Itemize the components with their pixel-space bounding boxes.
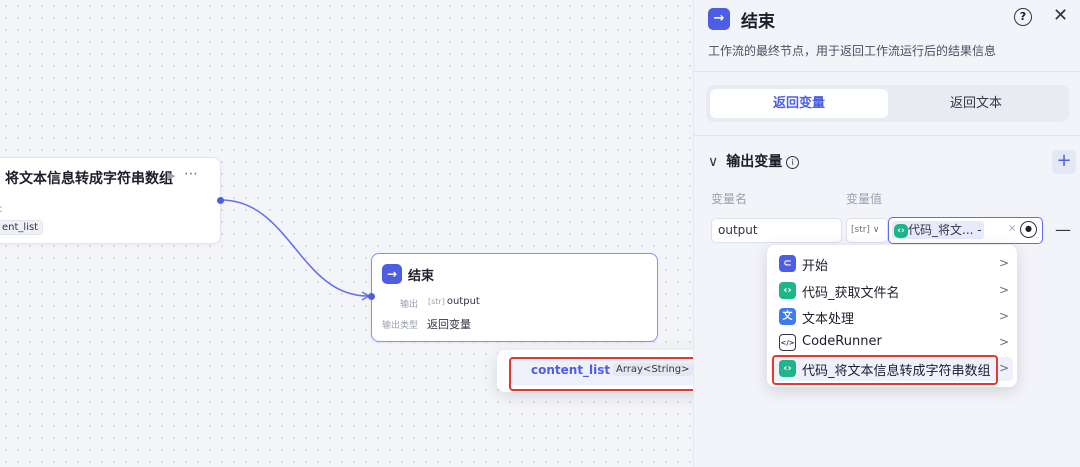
code-node-title: 将文本信息转成字符串数组 [5,171,173,187]
menu-item-code-runner[interactable]: </> CodeRunner > [771,331,1013,355]
selected-variable-chip: ‹› 代码_将文... - [892,221,984,239]
end-node-output-type-value: 返回变量 [427,318,471,331]
menu-item-text-process[interactable]: 文 文本处理 > [771,305,1013,329]
chevron-right-icon: > [999,335,1010,349]
end-node-title: 结束 [408,269,435,284]
code-icon: ‹› [894,223,908,238]
code-icon: ‹› [779,282,796,299]
divider [694,71,1080,72]
menu-item-start[interactable]: ⊂ 开始 > [771,252,1013,276]
highlight-box-variable [509,357,720,391]
clear-icon[interactable]: × [1008,223,1016,234]
end-node-output-label: 输出 [400,300,419,310]
start-icon: ⊂ [779,255,796,272]
chevron-down-icon[interactable]: ∨ [708,154,718,170]
output-label: : [0,202,3,215]
panel-description: 工作流的最终节点，用于返回工作流运行后的结果信息 [708,44,997,58]
section-title: 输出变量 [726,154,783,170]
end-node[interactable]: → 结束 输出 [str] output 输出类型 返回变量 [371,253,658,342]
end-icon: → [708,8,730,30]
info-icon[interactable]: i [786,155,800,169]
add-variable-button[interactable]: + [1052,150,1076,174]
variable-picker-icon[interactable]: ● [1020,221,1037,238]
chevron-right-icon: > [999,361,1010,375]
remove-variable-icon[interactable]: — [1055,220,1071,239]
text-process-icon: 文 [779,308,796,325]
chevron-right-icon: > [999,256,1010,270]
column-label-name: 变量名 [711,192,748,206]
divider [694,135,1080,136]
highlight-box-menu-item [772,355,998,385]
tab-return-text[interactable]: 返回文本 [887,89,1065,118]
code-node[interactable]: 将文本信息转成字符串数组 ▶ ⋯ : ent_list [0,157,221,244]
run-icon[interactable]: ▶ [167,169,175,182]
menu-item-code-get-filename[interactable]: ‹› 代码_获取文件名 > [771,279,1013,303]
end-node-input-port[interactable] [368,293,375,300]
variable-name-input[interactable]: output [711,218,842,243]
close-icon[interactable]: ✕ [1053,5,1068,26]
end-node-output-value: [str] output [428,296,480,307]
code-node-output-port[interactable] [217,197,224,204]
str-type-icon: [str] [428,297,445,306]
end-icon: → [382,264,402,284]
chevron-right-icon: > [999,283,1010,297]
chevron-right-icon: > [999,309,1010,323]
output-variable-tag: ent_list [0,220,44,235]
end-node-output-type-label: 输出类型 [382,321,419,331]
more-icon[interactable]: ⋯ [184,166,199,182]
panel-title: 结束 [741,12,775,32]
workflow-canvas[interactable]: 将文本信息转成字符串数组 ▶ ⋯ : ent_list → 结束 输出 [str… [0,0,693,467]
chevron-down-icon: ∨ [872,225,880,235]
output-variables-header[interactable]: ∨ 输出变量 i [708,151,800,171]
tab-bar: 返回变量 返回文本 [706,85,1069,122]
help-icon[interactable]: ? [1014,8,1032,26]
variable-value-input[interactable]: ‹› 代码_将文... - × ● [888,217,1043,244]
tab-return-variable[interactable]: 返回变量 [710,89,888,118]
code-runner-icon: </> [779,334,796,351]
variable-type-select[interactable]: [str] ∨ [846,218,888,243]
column-label-value: 变量值 [846,192,883,206]
properties-panel: → 结束 ? ✕ 工作流的最终节点，用于返回工作流运行后的结果信息 返回变量 返… [693,0,1080,467]
